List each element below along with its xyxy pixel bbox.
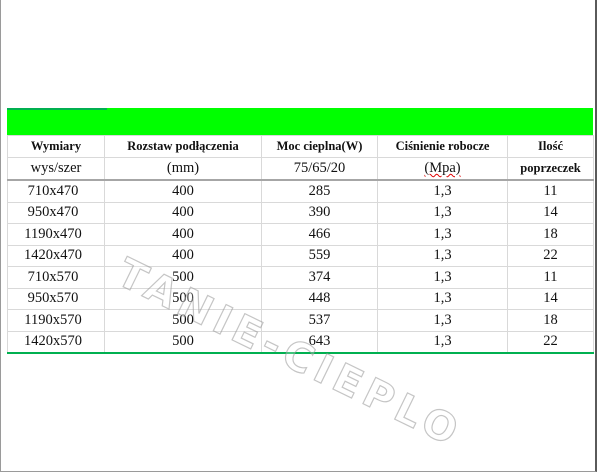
cell-spacing: 400 (104, 201, 262, 224)
cell-dimensions: 1190x570 (7, 309, 105, 332)
cell-spacing: 500 (104, 309, 262, 332)
unit-crossbar-count: poprzeczek (507, 157, 594, 181)
cell-crossbars: 22 (507, 330, 594, 354)
header-heat-output: Moc cieplna(W) (261, 135, 378, 158)
table-row: 950x570 500 448 1,3 14 (7, 287, 594, 310)
cell-crossbars: 18 (507, 223, 594, 246)
cell-pressure: 1,3 (377, 287, 508, 310)
cell-crossbars: 14 (507, 287, 594, 310)
cell-spacing: 500 (104, 330, 262, 354)
green-accent-line (7, 108, 107, 110)
cell-dimensions: 710x470 (7, 179, 105, 203)
cell-pressure: 1,3 (377, 266, 508, 289)
cell-heat-output: 559 (261, 244, 378, 267)
cell-dimensions: 710x570 (7, 266, 105, 289)
cell-pressure: 1,3 (377, 244, 508, 267)
cell-dimensions: 1420x570 (7, 330, 105, 354)
table-row: 1190x470 400 466 1,3 18 (7, 223, 594, 246)
unit-dimensions: wys/szer (7, 157, 105, 181)
header-working-pressure: Ciśnienie robocze (377, 135, 508, 158)
unit-working-pressure: (Mpa) (377, 157, 508, 181)
cell-pressure: 1,3 (377, 201, 508, 224)
green-header-bar (7, 108, 593, 135)
header-dimensions: Wymiary (7, 135, 105, 158)
cell-dimensions: 1190x470 (7, 223, 105, 246)
cell-crossbars: 11 (507, 266, 594, 289)
header-crossbar-count: Ilość (507, 135, 594, 158)
cell-dimensions: 950x570 (7, 287, 105, 310)
cell-dimensions: 950x470 (7, 201, 105, 224)
unit-pressure-text: (Mpa) (424, 160, 461, 176)
cell-pressure: 1,3 (377, 179, 508, 203)
cell-heat-output: 466 (261, 223, 378, 246)
cell-dimensions: 1420x470 (7, 244, 105, 267)
header-connection-spacing: Rozstaw podłączenia (104, 135, 262, 158)
cell-heat-output: 285 (261, 179, 378, 203)
header-units-row: wys/szer (mm) 75/65/20 (Mpa) poprzeczek (7, 157, 594, 181)
cell-crossbars: 22 (507, 244, 594, 267)
cell-heat-output: 374 (261, 266, 378, 289)
cell-crossbars: 18 (507, 309, 594, 332)
cell-spacing: 400 (104, 223, 262, 246)
cell-pressure: 1,3 (377, 330, 508, 354)
cell-heat-output: 448 (261, 287, 378, 310)
table-row: 950x470 400 390 1,3 14 (7, 201, 594, 224)
cell-heat-output: 390 (261, 201, 378, 224)
header-row: Wymiary Rozstaw podłączenia Moc cieplna(… (7, 135, 594, 158)
table-row: 1190x570 500 537 1,3 18 (7, 309, 594, 332)
cell-crossbars: 14 (507, 201, 594, 224)
cell-spacing: 500 (104, 287, 262, 310)
cell-pressure: 1,3 (377, 223, 508, 246)
unit-connection-spacing: (mm) (104, 157, 262, 181)
radiator-spec-table: Wymiary Rozstaw podłączenia Moc cieplna(… (7, 135, 594, 354)
cell-spacing: 500 (104, 266, 262, 289)
cell-spacing: 400 (104, 244, 262, 267)
cell-heat-output: 643 (261, 330, 378, 354)
table-row: 1420x470 400 559 1,3 22 (7, 244, 594, 267)
table-row: 710x570 500 374 1,3 11 (7, 266, 594, 289)
table-row: 710x470 400 285 1,3 11 (7, 179, 594, 203)
table-row: 1420x570 500 643 1,3 22 (7, 330, 594, 354)
unit-heat-output: 75/65/20 (261, 157, 378, 181)
cell-spacing: 400 (104, 179, 262, 203)
cell-crossbars: 11 (507, 179, 594, 203)
cell-heat-output: 537 (261, 309, 378, 332)
cell-pressure: 1,3 (377, 309, 508, 332)
